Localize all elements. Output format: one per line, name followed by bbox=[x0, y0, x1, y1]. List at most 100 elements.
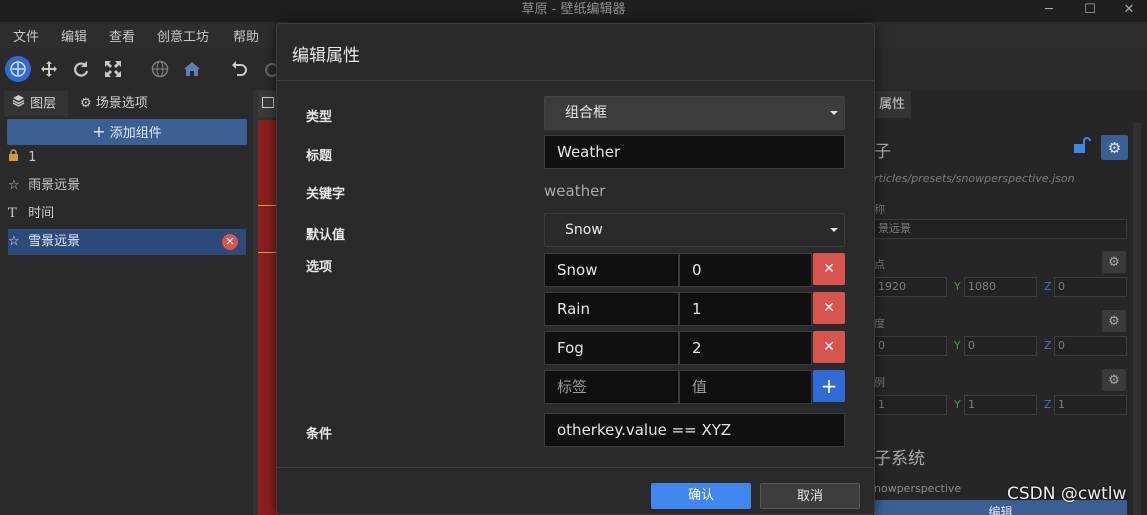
origin-z-field[interactable]: 0 bbox=[1054, 277, 1127, 297]
option-label-field[interactable]: Fog bbox=[544, 331, 679, 365]
remove-option-button[interactable]: ✕ bbox=[813, 292, 845, 324]
angles-z-field[interactable]: 0 bbox=[1054, 336, 1127, 356]
confirm-button[interactable]: 确认 bbox=[651, 483, 751, 509]
undo-icon[interactable] bbox=[227, 57, 251, 81]
axis-z-label: Z bbox=[1044, 398, 1052, 411]
option-label-field[interactable]: Rain bbox=[544, 292, 679, 326]
scale-y-field[interactable]: 1 bbox=[964, 395, 1037, 415]
add-component-button[interactable]: + 添加组件 bbox=[7, 119, 247, 145]
maximize-icon[interactable]: ☐ bbox=[1072, 0, 1108, 20]
gear-icon: ⚙ bbox=[80, 96, 92, 111]
dialog-title: 编辑属性 bbox=[292, 46, 360, 66]
gear-icon: ⚙ bbox=[1108, 372, 1120, 388]
text-icon: T bbox=[8, 206, 17, 221]
menu-workshop[interactable]: 创意工坊 bbox=[157, 26, 209, 45]
type-label: 类型 bbox=[306, 110, 333, 125]
star-icon: ☆ bbox=[8, 178, 20, 193]
list-item[interactable]: ☆ 雨景远景 bbox=[8, 174, 246, 198]
guide-line bbox=[258, 252, 278, 253]
menu-view[interactable]: 查看 bbox=[109, 26, 135, 45]
minimize-icon[interactable]: ─ bbox=[1031, 0, 1067, 20]
list-item[interactable]: T 时间 bbox=[8, 202, 246, 226]
menu-edit[interactable]: 编辑 bbox=[61, 26, 87, 45]
scale-settings-button[interactable]: ⚙ bbox=[1102, 369, 1126, 391]
wallpaper-editor-window: 草原 - 壁纸编辑器 ─ ☐ ✕ 文件 编辑 查看 创意工坊 帮助 图层 ⚙ 场… bbox=[0, 0, 1147, 515]
dialog-footer: 确认 取消 bbox=[277, 467, 874, 514]
tab-scene-options[interactable]: ⚙ 场景选项 bbox=[80, 91, 148, 117]
section-heading: 子 bbox=[874, 142, 891, 162]
tab-scene-options-label: 场景选项 bbox=[95, 96, 148, 111]
axis-y-label: Y bbox=[954, 339, 961, 352]
scale-z-field[interactable]: 1 bbox=[1054, 395, 1127, 415]
remove-option-button[interactable]: ✕ bbox=[813, 253, 845, 285]
title-field[interactable]: Weather bbox=[544, 135, 845, 169]
condition-field[interactable]: otherkey.value == XYZ bbox=[544, 413, 845, 447]
guide-line bbox=[258, 205, 278, 206]
plus-icon: + bbox=[820, 374, 838, 398]
scale-label: 例 bbox=[874, 376, 885, 389]
list-item[interactable]: 1 bbox=[8, 146, 246, 170]
rotate-tool-icon[interactable] bbox=[69, 57, 93, 81]
angles-label: 度 bbox=[874, 317, 885, 330]
close-icon: ✕ bbox=[823, 339, 835, 355]
pan-tool-icon[interactable] bbox=[5, 56, 31, 82]
close-icon: ✕ bbox=[823, 261, 835, 277]
default-select[interactable]: Snow bbox=[544, 213, 845, 247]
axis-y-label: Y bbox=[954, 398, 961, 411]
tab-layers[interactable]: 图层 bbox=[4, 91, 68, 117]
list-item-label: 1 bbox=[28, 150, 37, 165]
type-select-value: 组合框 bbox=[565, 105, 607, 121]
globe-icon[interactable] bbox=[148, 57, 172, 81]
condition-label: 条件 bbox=[306, 427, 333, 442]
menu-help[interactable]: 帮助 bbox=[233, 26, 259, 45]
angles-x-field[interactable]: 0 bbox=[874, 336, 947, 356]
options-label: 选项 bbox=[306, 260, 333, 275]
angles-settings-button[interactable]: ⚙ bbox=[1102, 310, 1126, 332]
axis-z-label: Z bbox=[1044, 280, 1052, 293]
new-option-value-field[interactable]: 值 bbox=[679, 370, 812, 404]
home-icon[interactable] bbox=[180, 57, 204, 81]
tab-properties[interactable]: 属性 bbox=[873, 91, 911, 118]
unlock-icon[interactable] bbox=[1073, 137, 1091, 157]
menu-file[interactable]: 文件 bbox=[13, 26, 39, 45]
option-label-field[interactable]: Snow bbox=[544, 253, 679, 287]
close-icon: ✕ bbox=[823, 300, 835, 316]
name-field[interactable]: 景远景 bbox=[874, 219, 1127, 239]
preset-path: rticles/presets/snowperspective.json bbox=[874, 172, 1075, 185]
scene-viewport[interactable] bbox=[258, 120, 278, 515]
tab-scene[interactable] bbox=[258, 91, 276, 117]
axis-y-label: Y bbox=[954, 280, 961, 293]
scale-x-field[interactable]: 1 bbox=[874, 395, 947, 415]
origin-x-field[interactable]: 1920 bbox=[874, 277, 947, 297]
new-option-label-field[interactable]: 标签 bbox=[544, 370, 679, 404]
option-value-field[interactable]: 0 bbox=[679, 253, 812, 287]
list-item-selected[interactable]: ☆ 雪景远景 ✕ bbox=[8, 229, 246, 255]
edit-property-dialog: 编辑属性 类型 组合框 标题 Weather 关键字 weather 默认值 S… bbox=[276, 23, 875, 515]
cancel-button[interactable]: 取消 bbox=[760, 483, 860, 509]
default-label: 默认值 bbox=[306, 228, 346, 243]
move-tool-icon[interactable] bbox=[37, 57, 61, 81]
remove-option-button[interactable]: ✕ bbox=[813, 331, 845, 363]
scrollbar[interactable] bbox=[1133, 123, 1141, 515]
star-icon: ☆ bbox=[8, 234, 20, 249]
option-value-field[interactable]: 2 bbox=[679, 331, 812, 365]
close-icon[interactable]: ✕ bbox=[1111, 0, 1147, 20]
tab-layers-label: 图层 bbox=[30, 96, 57, 112]
gear-icon: ⚙ bbox=[1108, 313, 1120, 329]
particle-name: nowperspective bbox=[874, 482, 962, 495]
name-label: 称 bbox=[874, 203, 885, 216]
origin-y-field[interactable]: 1080 bbox=[964, 277, 1037, 297]
option-value-field[interactable]: 1 bbox=[679, 292, 812, 326]
angles-y-field[interactable]: 0 bbox=[964, 336, 1037, 356]
remove-layer-icon[interactable]: ✕ bbox=[222, 234, 238, 250]
chevron-down-icon bbox=[830, 228, 838, 232]
list-item-label: 雨景远景 bbox=[28, 178, 81, 193]
scale-tool-icon[interactable] bbox=[101, 57, 125, 81]
title-label: 标题 bbox=[306, 149, 333, 164]
tab-properties-label: 属性 bbox=[879, 97, 906, 112]
type-select[interactable]: 组合框 bbox=[544, 96, 845, 130]
gear-icon: ⚙ bbox=[1108, 254, 1120, 270]
settings-button[interactable]: ⚙ bbox=[1101, 135, 1128, 160]
add-option-button[interactable]: + bbox=[813, 370, 845, 402]
origin-settings-button[interactable]: ⚙ bbox=[1102, 251, 1126, 273]
